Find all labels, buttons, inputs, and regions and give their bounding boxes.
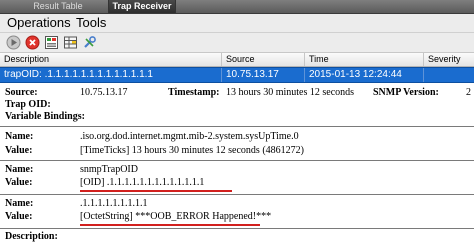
- cell-time: 2015-01-13 12:24:44: [305, 68, 424, 82]
- binding-name-value: .iso.org.dod.internet.mgmt.mib-2.system.…: [80, 131, 299, 142]
- binding-value-label: Value:: [5, 177, 33, 188]
- binding-value: [TimeTicks] 13 hours 30 minutes 12 secon…: [80, 145, 304, 156]
- menu-operations[interactable]: Operations: [7, 16, 71, 30]
- source-label: Source:: [5, 87, 38, 98]
- description-label: Description:: [5, 231, 58, 242]
- column-header-severity[interactable]: Severity: [424, 53, 474, 66]
- trap-oid-label: Trap OID:: [5, 99, 51, 110]
- timestamp-value: 13 hours 30 minutes 12 seconds: [226, 87, 355, 98]
- trap-detail-pane: Source: 10.75.13.17 Timestamp: 13 hours …: [0, 83, 474, 242]
- divider: [0, 160, 474, 161]
- binding-name-label: Name:: [5, 131, 34, 142]
- binding-name-value: .1.1.1.1.1.1.1.1.1: [80, 198, 148, 209]
- binding-value-label: Value:: [5, 145, 33, 156]
- divider: [0, 126, 474, 127]
- table-header: Description Source Time Severity: [0, 53, 474, 67]
- tab-bar: Result Table Trap Receiver: [0, 0, 474, 14]
- divider: [0, 228, 474, 229]
- binding-value: [OctetString] ***OOB_ERROR Happened!***: [80, 211, 272, 222]
- table-row[interactable]: trapOID: .1.1.1.1.1.1.1.1.1.1.1.1.1 10.7…: [0, 67, 474, 83]
- binding-name-label: Name:: [5, 164, 34, 175]
- divider: [0, 194, 474, 195]
- menu-tools[interactable]: Tools: [76, 16, 106, 30]
- cell-description: trapOID: .1.1.1.1.1.1.1.1.1.1.1.1.1: [0, 68, 222, 82]
- column-header-time[interactable]: Time: [305, 53, 424, 66]
- binding-value-label: Value:: [5, 211, 33, 222]
- tab-result-table[interactable]: Result Table: [10, 0, 106, 13]
- stop-icon[interactable]: [25, 35, 40, 50]
- highlight-underline: [80, 224, 260, 226]
- highlight-underline: [80, 190, 232, 192]
- toolbar: [0, 33, 474, 53]
- tab-trap-receiver[interactable]: Trap Receiver: [108, 0, 176, 13]
- binding-name-label: Name:: [5, 198, 34, 209]
- timestamp-label: Timestamp:: [168, 87, 220, 98]
- table-icon[interactable]: [63, 35, 78, 50]
- cell-severity: [424, 68, 474, 82]
- snmp-version-label: SNMP Version:: [373, 87, 439, 98]
- column-header-source[interactable]: Source: [222, 53, 305, 66]
- menu-bar: Operations Tools: [0, 14, 474, 33]
- snmp-version-value: 2: [466, 87, 471, 98]
- settings-icon[interactable]: [82, 35, 97, 50]
- column-header-description[interactable]: Description: [0, 53, 222, 66]
- binding-value: [OID] .1.1.1.1.1.1.1.1.1.1.1.1.1: [80, 177, 205, 188]
- cell-source: 10.75.13.17: [222, 68, 305, 82]
- play-icon[interactable]: [6, 35, 21, 50]
- binding-name-value: snmpTrapOID: [80, 164, 138, 175]
- variable-bindings-label: Variable Bindings:: [5, 111, 85, 122]
- source-value: 10.75.13.17: [80, 87, 128, 98]
- export-icon[interactable]: [44, 35, 59, 50]
